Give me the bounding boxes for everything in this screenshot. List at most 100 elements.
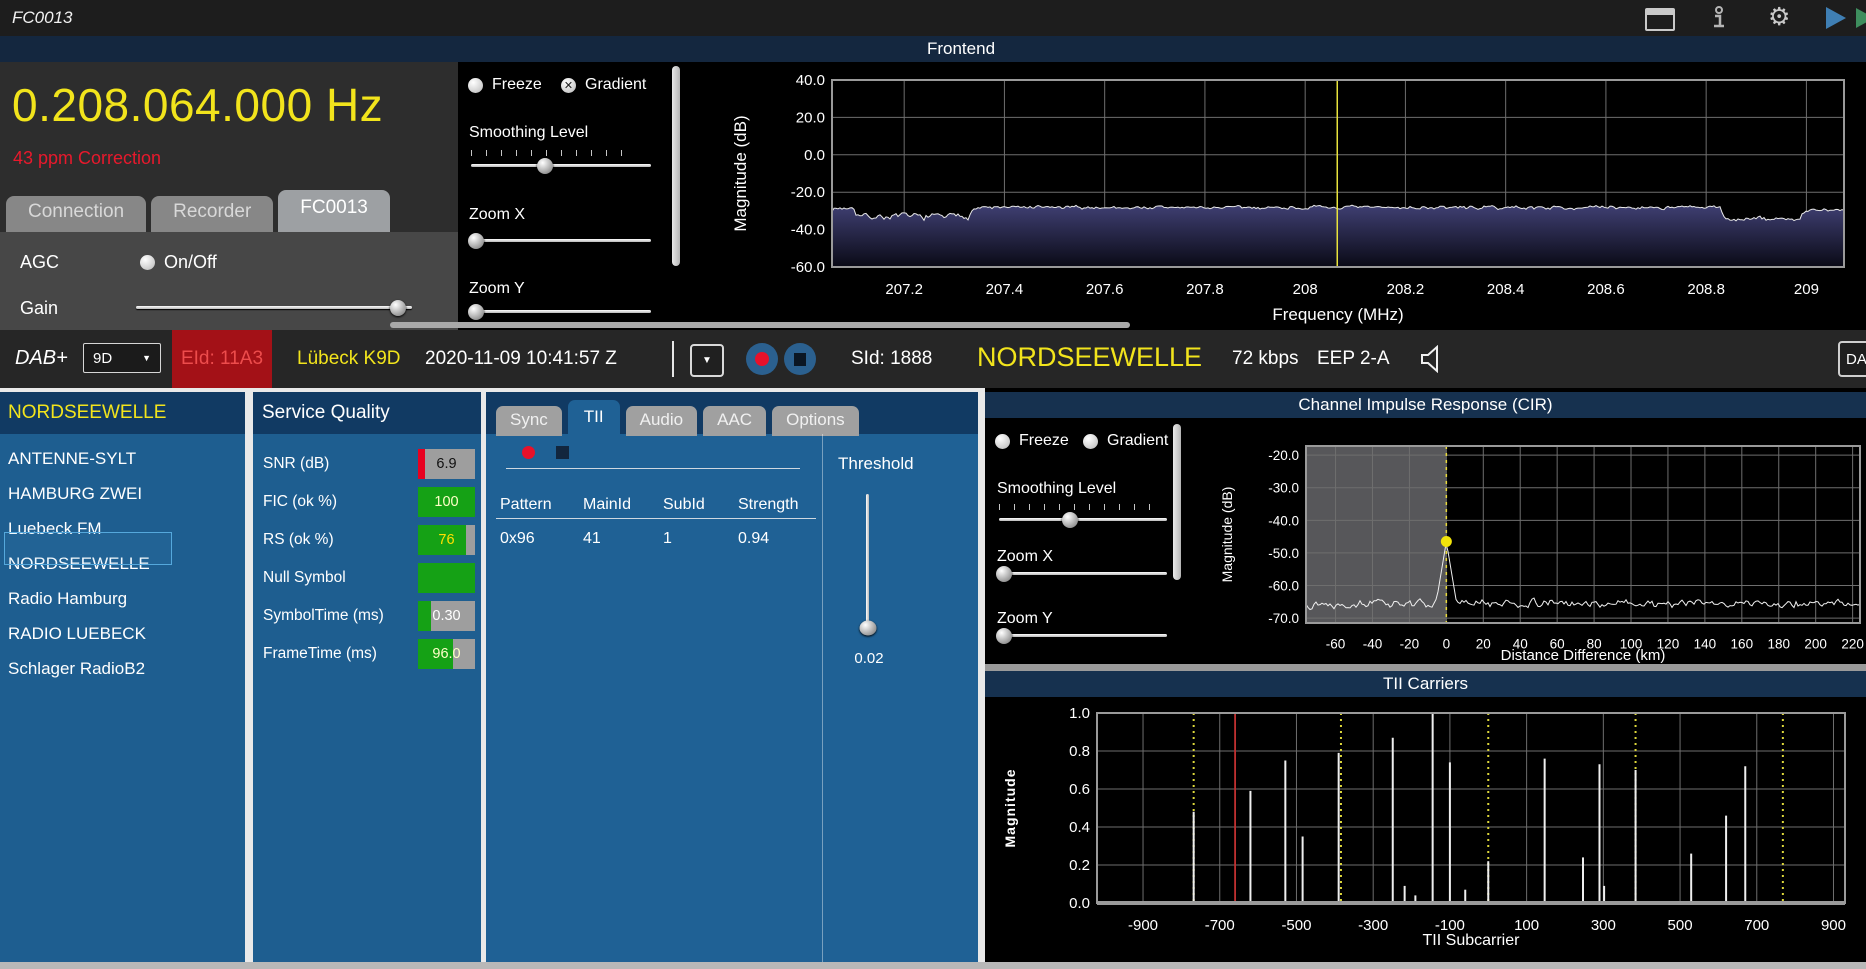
freeze-label: Freeze [492,76,542,93]
cir-zoom-x-knob[interactable] [996,565,1013,582]
tuner-tabs: Connection Recorder FC0013 [6,190,390,232]
sq-label: FIC (ok %) [263,492,338,510]
frontend-title: Frontend [926,39,996,58]
cir-scroll-strip[interactable] [985,664,1866,671]
gradient-check-icon[interactable]: ✕ [561,77,576,93]
svg-text:-40.0: -40.0 [1268,513,1299,528]
stop-button[interactable] [784,343,816,375]
smoothing-slider-knob[interactable] [536,157,553,174]
cir-controls-scrollbar[interactable] [1173,424,1181,580]
sq-bar: 6.9 [418,448,475,479]
threshold-slider-knob[interactable] [859,620,876,636]
gain-slider[interactable] [136,299,412,316]
tii-divider-line [506,468,800,469]
cir-zoom-y-label: Zoom Y [997,610,1053,627]
station-item[interactable]: HAMBURG ZWEI [0,477,245,512]
svg-text:-20.0: -20.0 [791,184,825,201]
zoom-x-label: Zoom X [469,206,526,223]
tab-audio[interactable]: Audio [625,406,698,436]
gain-label: Gain [20,298,59,318]
cir-smoothing-knob[interactable] [1061,511,1078,528]
cir-freeze-radio-icon[interactable] [995,433,1010,449]
smoothing-slider[interactable] [471,157,651,174]
cir-header: Channel Impulse Response (CIR) [985,392,1866,418]
threshold-divider [822,434,823,962]
station-item[interactable]: Radio Hamburg [0,582,245,617]
agc-radio-icon[interactable] [140,255,155,270]
station-item[interactable]: Schlager RadioB2 [0,652,245,687]
controls-scrollbar[interactable] [672,66,680,266]
tab-recorder[interactable]: Recorder [151,196,274,232]
service-id: SId: 1888 [851,348,933,369]
sq-bar: 76 [418,524,475,555]
cir-gradient-toggle[interactable]: Gradient [1083,432,1168,450]
sq-bar: 100 [418,486,475,517]
tab-tii[interactable]: TII [567,400,620,436]
service-quality-title: Service Quality [262,402,390,423]
cir-smoothing-label: Smoothing Level [997,480,1117,497]
station-item[interactable]: ANTENNE-SYLT [0,442,245,477]
spectrum-controls: Freeze ✕ Gradient Smoothing Level Zoom X… [458,62,680,330]
cir-zoom-y-slider[interactable] [996,627,1167,644]
window-menu-icon[interactable] [1645,8,1675,31]
play-icon[interactable] [1826,7,1846,29]
gradient-toggle[interactable]: ✕ Gradient [561,76,646,94]
play-partial-icon[interactable] [1856,8,1866,28]
svg-text:-300: -300 [1358,917,1388,934]
svg-text:40.0: 40.0 [796,72,825,89]
svg-text:-20.0: -20.0 [1268,448,1299,463]
svg-text:0.4: 0.4 [1069,819,1090,836]
gear-icon[interactable]: ⚙ [1768,5,1790,30]
tab-connection[interactable]: Connection [6,196,147,232]
record-button[interactable] [746,343,778,375]
station-selection-box [4,532,172,565]
zoom-y-slider[interactable] [468,303,651,320]
gain-slider-knob[interactable] [390,299,407,316]
cir-freeze-toggle[interactable]: Freeze [995,432,1069,450]
frequency-display: 0.208.064.000 Hz [12,79,384,131]
bottom-scrollbar[interactable] [0,962,1866,969]
svg-text:Frequency (MHz): Frequency (MHz) [1272,305,1403,324]
tab-sync[interactable]: Sync [496,406,562,436]
tab-fc0013[interactable]: FC0013 [278,190,390,232]
sq-row-symboltime: SymbolTime (ms) 0.30 [263,600,475,631]
tii-carriers-header: TII Carriers [985,671,1866,697]
freeze-radio-icon[interactable] [468,77,483,93]
col-strength: Strength [738,496,799,513]
svg-text:0.6: 0.6 [1069,781,1090,798]
zoom-x-slider[interactable] [468,232,651,249]
speaker-muted-icon[interactable] [1419,345,1445,373]
freeze-toggle[interactable]: Freeze [468,76,542,94]
dab-bar-separator [672,341,674,377]
tuner-tab-content [0,232,458,330]
spectrum-hscrollbar[interactable] [390,322,1130,328]
threshold-slider[interactable] [859,494,876,636]
ensemble-name: Lübeck K9D [297,348,401,369]
info-icon[interactable] [1710,5,1728,31]
tii-table-row[interactable]: 0x96 41 1 0.94 [500,530,812,548]
station-item[interactable]: RADIO LUEBECK [0,617,245,652]
zoom-y-slider-knob[interactable] [468,303,485,320]
tab-options[interactable]: Options [772,406,859,436]
agc-label: AGC [20,252,60,272]
svg-text:Distance Difference (km): Distance Difference (km) [1501,647,1666,664]
application-window: FC0013 ⚙ Frontend 0.208.064.000 Hz 43 pp… [0,0,1866,969]
cir-zoom-x-slider[interactable] [996,565,1167,582]
record-dropdown-button[interactable]: ▼ [690,344,724,377]
tab-aac[interactable]: AAC [703,406,767,436]
cir-smoothing-slider[interactable] [999,511,1167,528]
svg-text:207.4: 207.4 [986,281,1024,298]
frontend-header: Frontend [0,36,1866,62]
sq-label: SymbolTime (ms) [263,606,384,624]
cir-zoom-y-knob[interactable] [996,627,1013,644]
service-quality-header: Service Quality [253,392,481,434]
channel-dropdown[interactable]: 9D ▼ [83,343,161,373]
cir-gradient-radio-icon[interactable] [1083,433,1098,449]
current-station: NORDSEEWELLE [977,342,1203,372]
dab-mode-label: DAB+ [15,347,68,369]
svg-text:0.8: 0.8 [1069,743,1090,760]
agc-toggle[interactable]: On/Off [140,252,217,273]
zoom-x-slider-knob[interactable] [468,232,485,249]
tii-table-header: Pattern MainId SubId Strength [500,496,812,514]
cir-gradient-label: Gradient [1107,432,1169,449]
